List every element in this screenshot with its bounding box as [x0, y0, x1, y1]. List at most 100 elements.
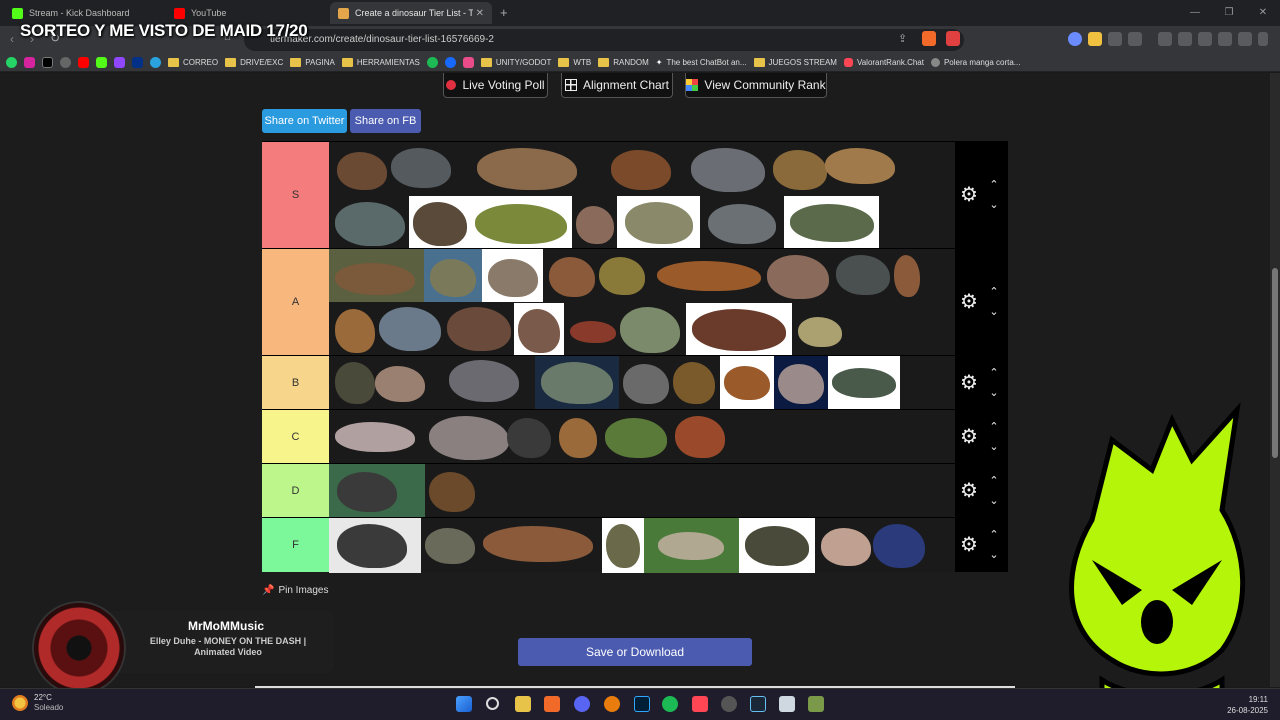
brave-shield-icon[interactable] — [922, 31, 936, 46]
apple-icon[interactable] — [60, 57, 71, 68]
steam-icon[interactable] — [750, 696, 766, 712]
x-icon[interactable] — [42, 57, 53, 68]
dinosaur-image[interactable] — [421, 518, 601, 573]
scrollbar[interactable] — [1270, 73, 1280, 687]
settings-gear-icon[interactable]: ⚙ — [959, 292, 979, 312]
instagram-icon[interactable] — [24, 57, 35, 68]
sidebar-icon[interactable] — [1178, 32, 1192, 46]
music-icon[interactable] — [1158, 32, 1172, 46]
move-down-icon[interactable]: ⌄ — [987, 200, 1001, 211]
dinosaur-image[interactable] — [603, 142, 687, 195]
dinosaur-image[interactable] — [425, 410, 555, 464]
share-twitter-button[interactable]: Share on Twitter — [262, 109, 347, 133]
dinosaur-image[interactable] — [774, 356, 828, 410]
tier-label-b[interactable]: B — [262, 356, 329, 409]
dinosaur-image[interactable] — [617, 196, 700, 249]
dinosaur-image[interactable] — [619, 356, 719, 410]
dinosaur-image[interactable] — [329, 249, 424, 302]
dinosaur-image[interactable] — [784, 196, 879, 249]
move-up-icon[interactable]: ⌃ — [987, 530, 1001, 541]
move-down-icon[interactable]: ⌄ — [987, 550, 1001, 561]
move-down-icon[interactable]: ⌄ — [987, 496, 1001, 507]
url-bar[interactable]: tiermaker.com/create/dinosaur-tier-list-… — [244, 29, 964, 51]
system-clock[interactable]: 19:11 26-08-2025 — [1227, 694, 1268, 716]
dinosaur-image[interactable] — [329, 356, 535, 410]
behance-icon[interactable] — [444, 57, 456, 68]
bookmark-folder[interactable]: WTB — [558, 58, 591, 67]
move-up-icon[interactable]: ⌃ — [987, 368, 1001, 379]
live-voting-poll-button[interactable]: Live Voting Poll — [443, 73, 548, 98]
save-or-download-button[interactable]: Save or Download — [518, 638, 752, 666]
dinosaur-image[interactable] — [602, 518, 644, 573]
back-icon[interactable]: ‹ — [10, 32, 14, 46]
restore-icon[interactable]: ❐ — [1212, 0, 1246, 26]
share-fb-button[interactable]: Share on FB — [350, 109, 421, 133]
spotify-icon[interactable] — [662, 696, 678, 712]
tier-label-a[interactable]: A — [262, 249, 329, 355]
settings-gear-icon[interactable]: ⚙ — [959, 373, 979, 393]
dinosaur-image[interactable] — [686, 303, 792, 356]
dinosaur-image[interactable] — [720, 356, 774, 410]
dinosaur-image[interactable] — [792, 303, 847, 356]
dinosaur-image[interactable] — [700, 196, 784, 249]
dinosaur-image[interactable] — [763, 249, 832, 302]
settings-gear-icon[interactable]: ⚙ — [959, 185, 979, 205]
whatsapp-icon[interactable] — [6, 57, 17, 68]
menu-icon[interactable] — [1258, 32, 1268, 46]
tier-label-d[interactable]: D — [262, 464, 329, 517]
move-up-icon[interactable]: ⌃ — [987, 180, 1001, 191]
notepad-icon[interactable] — [779, 696, 795, 712]
dinosaur-image[interactable] — [469, 142, 603, 195]
tier-label-c[interactable]: C — [262, 410, 329, 463]
brave-rewards-icon[interactable] — [946, 31, 960, 46]
scrollbar-thumb[interactable] — [1272, 268, 1278, 458]
file-explorer-icon[interactable] — [515, 696, 531, 712]
bookmark-chatbot[interactable]: ✦ The best ChatBot an... — [656, 58, 747, 67]
youtube-icon[interactable] — [78, 57, 89, 68]
share-page-icon[interactable]: ⇪ — [898, 32, 907, 45]
tab-tiermaker[interactable]: Create a dinosaur Tier List - Tier ✕ — [330, 2, 492, 24]
dinosaur-image[interactable] — [329, 196, 409, 249]
leo-ai-icon[interactable] — [1218, 32, 1232, 46]
dinosaur-image[interactable] — [424, 249, 482, 302]
start-icon[interactable] — [456, 696, 472, 712]
bookmark-valorantrank[interactable]: ValorantRank.Chat — [843, 58, 924, 67]
bookmark-folder[interactable]: DRIVE/EXC — [225, 58, 283, 67]
move-up-icon[interactable]: ⌃ — [987, 476, 1001, 487]
dinosaur-image[interactable] — [329, 464, 425, 518]
settings-gear-icon[interactable]: ⚙ — [959, 427, 979, 447]
move-up-icon[interactable]: ⌃ — [987, 422, 1001, 433]
bookmark-folder[interactable]: JUEGOS STREAM — [753, 58, 837, 67]
app-icon[interactable] — [808, 696, 824, 712]
dinosaur-image[interactable] — [832, 249, 924, 302]
close-window-icon[interactable]: ✕ — [1246, 0, 1280, 26]
settings-gear-icon[interactable]: ⚙ — [959, 481, 979, 501]
search-icon[interactable] — [486, 697, 499, 710]
dinosaur-image[interactable] — [329, 303, 514, 356]
dinosaur-image[interactable] — [329, 518, 421, 573]
close-tab-icon[interactable]: ✕ — [476, 8, 484, 19]
bookmark-folder[interactable]: HERRAMIENTAS — [341, 58, 420, 67]
bookmark-folder[interactable]: UNITY/GODOT — [480, 58, 551, 67]
brave-browser-icon[interactable] — [544, 696, 560, 712]
move-up-icon[interactable]: ⌃ — [987, 287, 1001, 298]
pin-images-toggle[interactable]: 📌 Pin Images — [262, 585, 328, 596]
settings-gear-icon[interactable]: ⚙ — [959, 535, 979, 555]
photoshop-icon[interactable] — [634, 696, 650, 712]
dinosaur-image[interactable] — [572, 196, 617, 249]
dinosaur-image[interactable] — [671, 410, 729, 464]
new-tab-button[interactable]: + — [500, 5, 508, 20]
dinosaur-image[interactable] — [329, 410, 425, 464]
bookmark-polera[interactable]: Polera manga corta... — [930, 58, 1020, 67]
dinosaur-image[interactable] — [564, 303, 684, 356]
tier-label-s[interactable]: S — [262, 142, 329, 248]
dinosaur-image[interactable] — [653, 249, 763, 302]
view-community-rank-button[interactable]: View Community Rank — [685, 73, 827, 98]
kick-icon[interactable] — [96, 57, 107, 68]
twitch-icon[interactable] — [114, 57, 125, 68]
dinosaur-image[interactable] — [644, 518, 739, 573]
blender-icon[interactable] — [604, 696, 620, 712]
alignment-chart-button[interactable]: Alignment Chart — [561, 73, 673, 98]
bookmark-icon[interactable] — [462, 57, 474, 68]
dinosaur-image[interactable] — [601, 410, 671, 464]
